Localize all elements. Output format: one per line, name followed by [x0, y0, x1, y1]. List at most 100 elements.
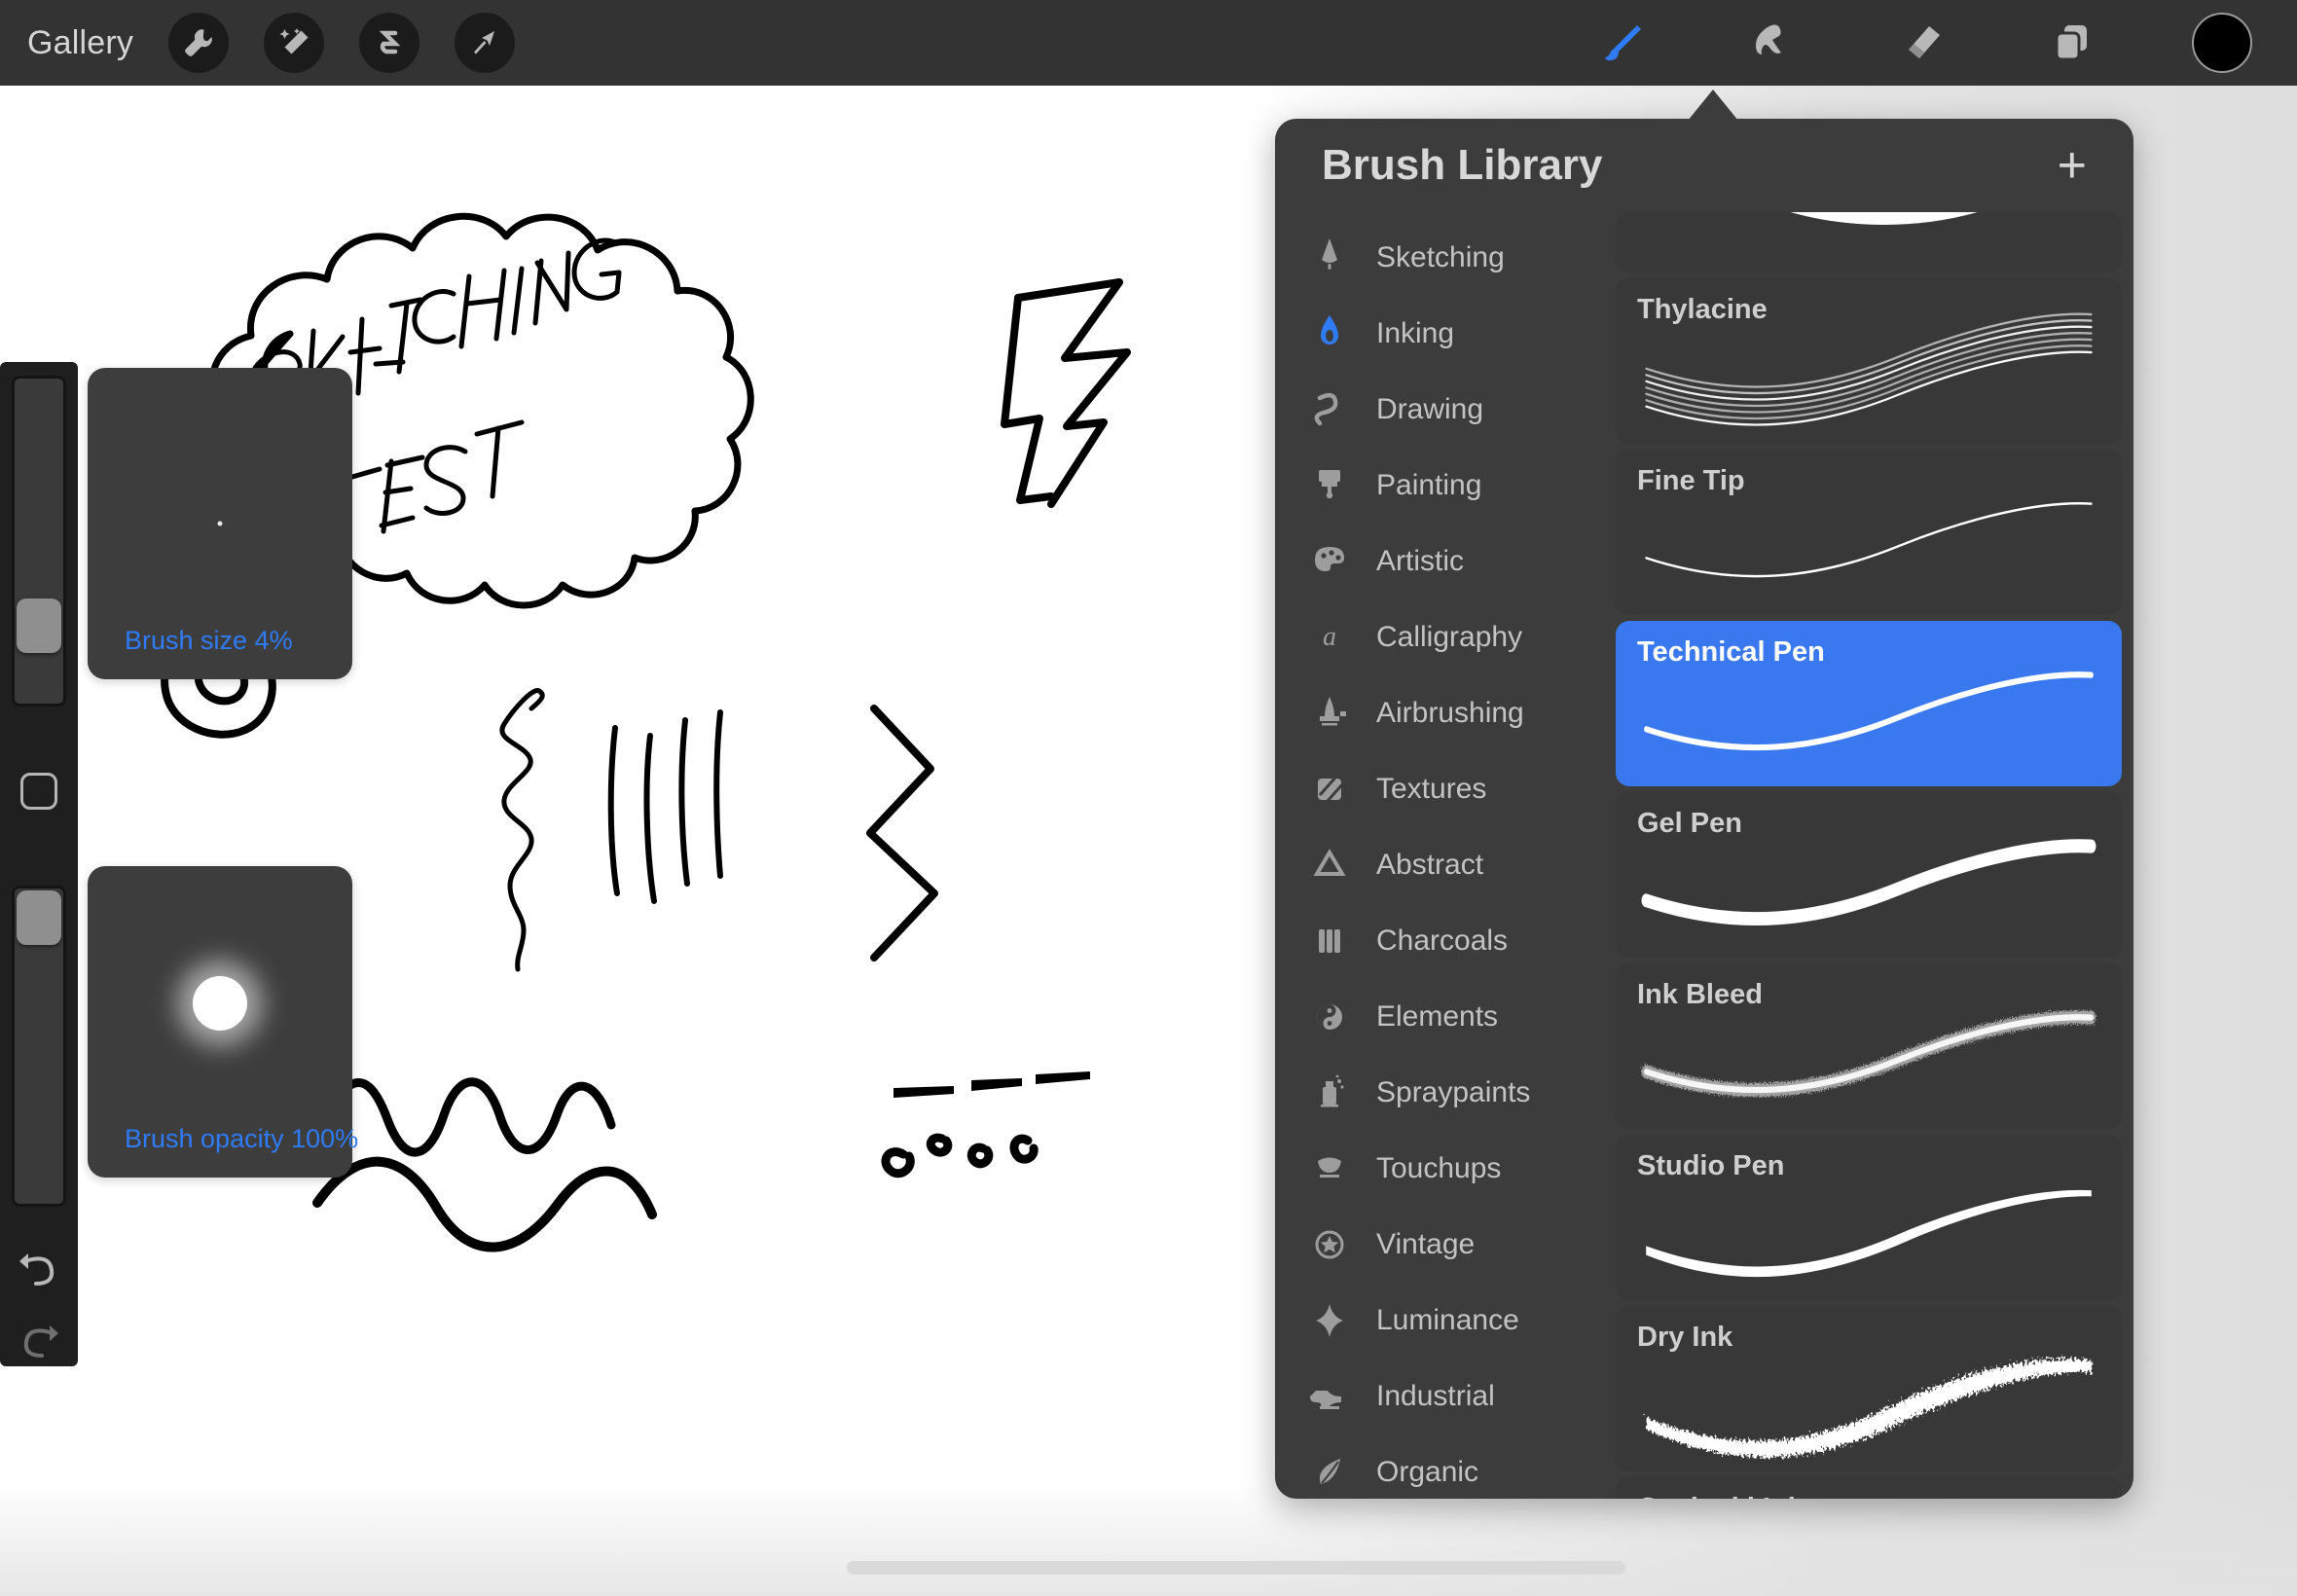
- brush-opacity-label: Brush opacity 100%: [88, 1124, 352, 1178]
- squiggle-icon: [1308, 388, 1351, 431]
- color-swatch-button[interactable]: [2192, 13, 2252, 73]
- brush-category-label: Inking: [1376, 317, 1454, 350]
- brush-list[interactable]: Thylacine Fine Tip Technical Pen Gel Pen Ink…: [1610, 212, 2133, 1499]
- paint-brush-flat-icon: [1308, 464, 1351, 507]
- brush-item-thylacine[interactable]: Thylacine: [1616, 278, 2122, 444]
- redo-button[interactable]: [14, 1320, 64, 1364]
- pencil-tip-icon: [1308, 236, 1351, 279]
- brush-category-luminance[interactable]: Luminance: [1275, 1283, 1610, 1359]
- panel-pointer-arrow: [1688, 90, 1738, 121]
- layers-button[interactable]: [2042, 13, 2102, 73]
- brush-item-label: Technical Pen: [1637, 636, 1825, 669]
- hatched-square-icon: [1308, 768, 1351, 811]
- brush-category-label: Vintage: [1376, 1228, 1475, 1261]
- magic-wand-icon: [277, 26, 310, 59]
- triangle-icon: [1308, 844, 1351, 887]
- svg-text:a: a: [1323, 622, 1336, 652]
- layers-icon: [2050, 20, 2095, 65]
- brush-library-header: Brush Library +: [1275, 119, 2133, 212]
- letter-a-icon: a: [1308, 616, 1351, 659]
- yin-yang-icon: [1308, 996, 1351, 1038]
- brush-item-dry-ink[interactable]: Dry Ink: [1616, 1306, 2122, 1471]
- brush-category-sketching[interactable]: Sketching: [1275, 220, 1610, 296]
- gallery-button[interactable]: Gallery: [27, 24, 133, 62]
- brush-category-airbrushing[interactable]: Airbrushing: [1275, 675, 1610, 751]
- home-indicator-bar[interactable]: [847, 1561, 1625, 1575]
- add-brush-button[interactable]: +: [2058, 140, 2087, 191]
- smudge-button[interactable]: [1742, 13, 1803, 73]
- palette-icon: [1308, 540, 1351, 583]
- anvil-icon: [1308, 1375, 1351, 1418]
- brush-category-label: Calligraphy: [1376, 621, 1522, 654]
- selection-s-icon: [374, 27, 405, 58]
- vertical-squiggle-sketch: [502, 691, 542, 969]
- brush-library-panel: Brush Library + Sketching Inking Drawing Pa…: [1275, 119, 2133, 1499]
- vertical-strokes-sketch: [611, 712, 720, 901]
- brush-library-body: Sketching Inking Drawing Painting Artistic a C…: [1275, 212, 2133, 1499]
- fan-brush-icon: [1308, 1147, 1351, 1190]
- brush-category-label: Organic: [1376, 1456, 1478, 1489]
- brush-category-label: Touchups: [1376, 1152, 1501, 1185]
- brush-opacity-slider[interactable]: [12, 886, 66, 1207]
- undo-button[interactable]: [14, 1248, 64, 1292]
- brush-opacity-slider-thumb[interactable]: [17, 890, 61, 945]
- brush-item-label: Ink Bleed: [1637, 979, 1763, 1011]
- left-tool-rail: [0, 362, 78, 1366]
- brush-category-charcoals[interactable]: Charcoals: [1275, 903, 1610, 979]
- transform-button[interactable]: [455, 13, 515, 73]
- ink-nib-icon: [1308, 312, 1351, 355]
- brush-item-label: Thylacine: [1637, 294, 1768, 326]
- brush-opacity-dot-preview: [193, 976, 247, 1031]
- brush-category-inking[interactable]: Inking: [1275, 296, 1610, 372]
- sparkle-icon: [1308, 1299, 1351, 1342]
- adjustments-button[interactable]: [264, 13, 324, 73]
- brush-category-label: Drawing: [1376, 393, 1483, 426]
- three-bars-icon: [1308, 920, 1351, 962]
- eraser-icon: [1900, 20, 1945, 65]
- brush-category-abstract[interactable]: Abstract: [1275, 827, 1610, 903]
- brush-item-label: Gel Pen: [1637, 808, 1742, 840]
- brush-item-label: Studio Pen: [1637, 1150, 1784, 1182]
- brush-item-partial[interactable]: [1616, 212, 2122, 272]
- brush-opacity-preview-hud: Brush opacity 100%: [88, 866, 352, 1178]
- brush-category-organic[interactable]: Organic: [1275, 1434, 1610, 1499]
- spray-can-icon: [1308, 1071, 1351, 1114]
- brush-category-calligraphy[interactable]: a Calligraphy: [1275, 599, 1610, 675]
- actions-button[interactable]: [168, 13, 229, 73]
- star-circle-icon: [1308, 1223, 1351, 1266]
- brush-category-industrial[interactable]: Industrial: [1275, 1359, 1610, 1434]
- top-toolbar-right-group: [1592, 13, 2297, 73]
- brush-item-ink-bleed[interactable]: Ink Bleed: [1616, 963, 2122, 1129]
- brush-size-slider-thumb[interactable]: [17, 598, 61, 653]
- selection-button[interactable]: [359, 13, 419, 73]
- modify-square-button[interactable]: [20, 773, 57, 810]
- smudge-icon: [1750, 20, 1795, 65]
- procreate-app: Gallery Brush size 4% Brush opacity 100%…: [0, 0, 2297, 1596]
- brush-category-list[interactable]: Sketching Inking Drawing Painting Artistic a C…: [1275, 212, 1610, 1499]
- brush-size-preview-hud: Brush size 4%: [88, 368, 352, 679]
- brush-size-slider[interactable]: [12, 376, 66, 707]
- brush-category-label: Sketching: [1376, 241, 1505, 274]
- brush-item-label: Fine Tip: [1637, 465, 1745, 497]
- eraser-button[interactable]: [1892, 13, 1952, 73]
- paint-brush-button[interactable]: [1592, 13, 1653, 73]
- brush-category-spraypaints[interactable]: Spraypaints: [1275, 1055, 1610, 1131]
- brush-category-artistic[interactable]: Artistic: [1275, 524, 1610, 599]
- brush-item-fine-tip[interactable]: Fine Tip: [1616, 450, 2122, 615]
- brush-category-elements[interactable]: Elements: [1275, 979, 1610, 1055]
- brush-category-painting[interactable]: Painting: [1275, 448, 1610, 524]
- brush-category-textures[interactable]: Textures: [1275, 751, 1610, 827]
- brush-item-gesinski-ink[interactable]: Gesinski Ink: [1616, 1477, 2122, 1499]
- brush-category-label: Painting: [1376, 469, 1481, 502]
- brush-category-label: Airbrushing: [1376, 697, 1524, 730]
- brush-item-technical-pen[interactable]: Technical Pen: [1616, 621, 2122, 786]
- brush-item-gel-pen[interactable]: Gel Pen: [1616, 792, 2122, 958]
- brush-category-vintage[interactable]: Vintage: [1275, 1207, 1610, 1283]
- brush-category-touchups[interactable]: Touchups: [1275, 1131, 1610, 1207]
- wave-sketch: [321, 1082, 611, 1152]
- airbrush-icon: [1308, 692, 1351, 735]
- brush-category-drawing[interactable]: Drawing: [1275, 372, 1610, 448]
- brush-category-label: Textures: [1376, 773, 1486, 806]
- paintbrush-icon: [1600, 20, 1645, 65]
- brush-item-studio-pen[interactable]: Studio Pen: [1616, 1135, 2122, 1300]
